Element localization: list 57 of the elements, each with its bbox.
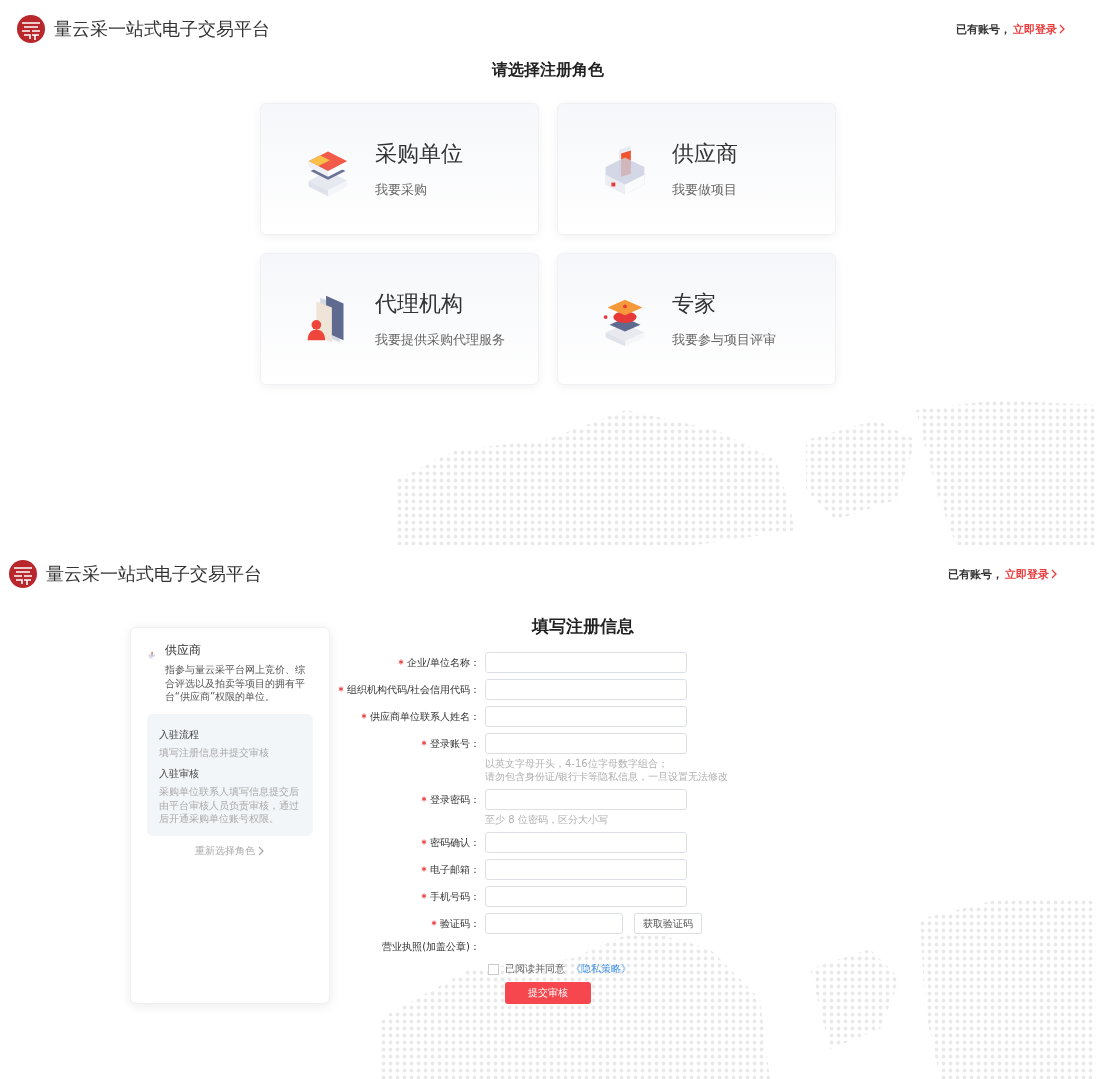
input-field[interactable] [485, 789, 687, 810]
step-title: 入驻流程 [159, 727, 200, 742]
login-prompt: 已有账号， [956, 21, 1011, 37]
field-label: 登录账号： [338, 736, 480, 751]
seal-logo-icon [16, 14, 46, 44]
input-field[interactable] [485, 706, 687, 727]
field-label: 组织机构代码/社会信用代码： [338, 682, 480, 697]
step-text: 填写注册信息并提交审核 [159, 745, 270, 759]
field-label: 营业执照(加盖公章)： [381, 940, 480, 954]
role-card[interactable]: 采购单位 我要采购 [260, 103, 539, 235]
input-field[interactable] [485, 733, 687, 754]
role-name: 供应商 [672, 140, 738, 168]
input-field[interactable] [485, 913, 623, 934]
role-name: 专家 [672, 290, 717, 318]
agreement-text: 已阅读并同意 [505, 962, 565, 976]
field-label: 手机号码： [338, 889, 480, 904]
field-label: 密码确认： [338, 835, 480, 850]
field-label: 供应商单位联系人姓名： [338, 709, 480, 724]
input-field[interactable] [485, 679, 687, 700]
field-hint: 至少 8 位密码，区分大小写 [485, 813, 609, 826]
role-name: 代理机构 [375, 290, 464, 318]
field-label: 企业/单位名称： [338, 655, 480, 670]
role-description: 我要参与项目评审 [672, 331, 776, 349]
input-field[interactable] [485, 886, 687, 907]
field-hint: 以英文字母开头，4-16位字母数字组合； [485, 757, 669, 770]
login-prompt: 已有账号， [948, 566, 1003, 582]
input-field[interactable] [485, 652, 687, 673]
page-title: 请选择注册角色 [490, 60, 605, 81]
privacy-policy-link[interactable]: 《隐私策略》 [571, 962, 631, 976]
role-name: 供应商 [164, 642, 202, 659]
role-description: 我要采购 [375, 181, 428, 199]
chevron-right-icon [258, 845, 265, 856]
login-link[interactable]: 立即登录 [1005, 566, 1049, 582]
input-field[interactable] [485, 859, 687, 880]
role-card[interactable]: 代理机构 我要提供采购代理服务 [260, 253, 539, 385]
submit-button[interactable]: 提交审核 [505, 982, 591, 1004]
field-label: 验证码： [338, 916, 480, 931]
role-description: 指参与量云采平台网上竞价、综合评选以及拍卖等项目的拥有平台“供应商”权限的单位。 [164, 663, 306, 704]
role-description: 我要做项目 [672, 181, 738, 199]
role-name: 采购单位 [375, 140, 463, 168]
role-description: 我要提供采购代理服务 [375, 331, 505, 349]
agreement-checkbox[interactable] [488, 963, 499, 975]
chevron-right-icon [1051, 569, 1058, 579]
step-title: 入驻审核 [159, 767, 200, 781]
site-title: 量云采一站式电子交易平台 [46, 562, 262, 586]
chevron-right-icon [1059, 24, 1066, 34]
site-title: 量云采一站式电子交易平台 [54, 17, 270, 41]
field-label: 电子邮箱： [338, 862, 480, 877]
form-title: 填写注册信息 [530, 615, 635, 638]
input-field[interactable] [485, 832, 687, 853]
role-card[interactable]: 专家 我要参与项目评审 [557, 253, 836, 385]
seal-logo-icon [8, 559, 38, 589]
step-text: 采购单位联系人填写信息提交后由平台审核人员负责审核，通过后开通采购单位账号权限。 [159, 785, 300, 826]
get-code-button[interactable]: 获取验证码 [634, 913, 702, 934]
login-link[interactable]: 立即登录 [1013, 21, 1057, 37]
role-card[interactable]: 供应商 我要做项目 [557, 103, 836, 235]
field-label: 登录密码： [338, 792, 480, 807]
